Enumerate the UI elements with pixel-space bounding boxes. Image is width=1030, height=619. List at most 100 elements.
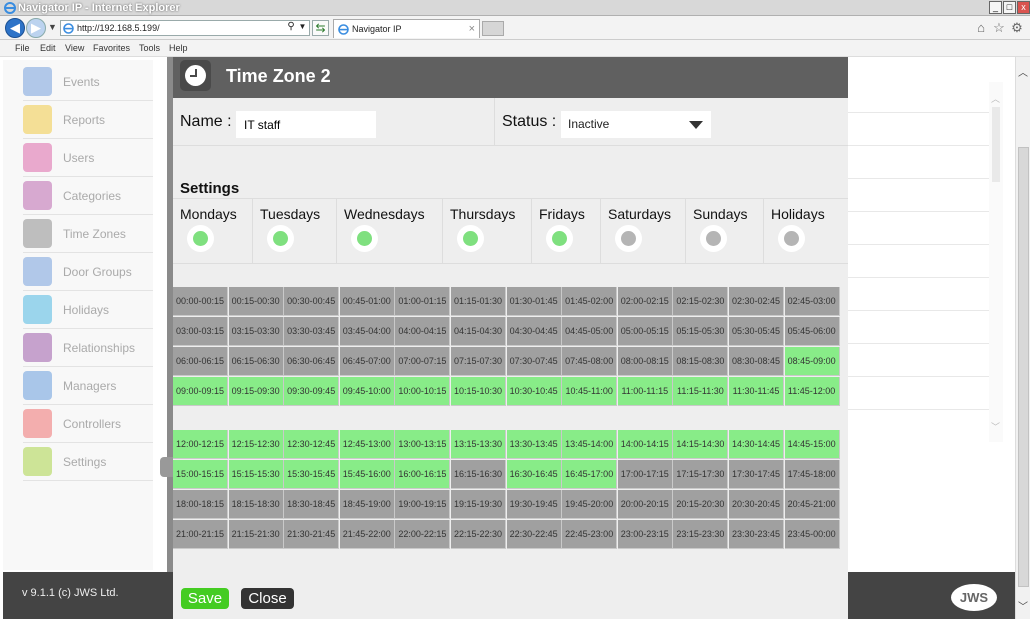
sidebar-item-reports[interactable]: Reports bbox=[3, 101, 153, 139]
time-slot-cell[interactable]: 17:15-17:30 bbox=[673, 460, 729, 489]
time-slot-cell[interactable]: 08:00-08:15 bbox=[617, 347, 673, 376]
scrollbar-thumb[interactable] bbox=[1018, 147, 1029, 587]
time-slot-cell[interactable]: 07:45-08:00 bbox=[562, 347, 618, 376]
time-slot-cell[interactable]: 12:45-13:00 bbox=[339, 430, 395, 459]
scroll-up-icon[interactable]: ︿ bbox=[991, 92, 1000, 105]
time-slot-cell[interactable]: 16:45-17:00 bbox=[562, 460, 618, 489]
time-slot-cell[interactable]: 04:45-05:00 bbox=[562, 317, 618, 346]
time-slot-cell[interactable]: 09:15-09:30 bbox=[228, 377, 284, 406]
day-toggle[interactable] bbox=[267, 225, 294, 252]
sidebar-item-door-groups[interactable]: Door Groups bbox=[3, 253, 153, 291]
compatibility-view-icon[interactable]: ⇆ bbox=[312, 20, 329, 36]
scroll-up-icon[interactable]: ︿ bbox=[1018, 64, 1028, 79]
time-slot-cell[interactable]: 14:30-14:45 bbox=[729, 430, 784, 459]
menu-favorites[interactable]: Favorites bbox=[93, 43, 130, 53]
sidebar-toggle-handle[interactable] bbox=[160, 457, 173, 477]
time-slot-cell[interactable]: 06:30-06:45 bbox=[284, 347, 340, 376]
time-slot-cell[interactable]: 12:30-12:45 bbox=[284, 430, 340, 459]
time-slot-cell[interactable]: 13:45-14:00 bbox=[562, 430, 618, 459]
menu-file[interactable]: File bbox=[15, 43, 30, 53]
time-slot-cell[interactable]: 06:00-06:15 bbox=[173, 347, 228, 376]
time-slot-cell[interactable]: 01:00-01:15 bbox=[395, 287, 451, 316]
time-slot-cell[interactable]: 04:30-04:45 bbox=[506, 317, 562, 346]
time-slot-cell[interactable]: 23:30-23:45 bbox=[729, 520, 784, 549]
time-slot-cell[interactable]: 19:15-19:30 bbox=[451, 490, 506, 519]
time-slot-cell[interactable]: 00:00-00:15 bbox=[173, 287, 228, 316]
scroll-down-icon[interactable]: ﹀ bbox=[1018, 598, 1028, 613]
time-slot-cell[interactable]: 17:00-17:15 bbox=[617, 460, 673, 489]
time-slot-cell[interactable]: 22:30-22:45 bbox=[506, 520, 562, 549]
time-slot-cell[interactable]: 16:00-16:15 bbox=[395, 460, 451, 489]
time-slot-cell[interactable]: 11:15-11:30 bbox=[673, 377, 729, 406]
new-tab-button[interactable] bbox=[482, 21, 504, 36]
time-slot-cell[interactable]: 02:30-02:45 bbox=[729, 287, 784, 316]
time-slot-cell[interactable]: 05:15-05:30 bbox=[673, 317, 729, 346]
close-button[interactable]: Close bbox=[241, 588, 294, 609]
day-toggle[interactable] bbox=[778, 225, 805, 252]
time-slot-cell[interactable]: 01:15-01:30 bbox=[451, 287, 506, 316]
time-slot-cell[interactable]: 08:30-08:45 bbox=[729, 347, 784, 376]
time-slot-cell[interactable]: 15:15-15:30 bbox=[228, 460, 284, 489]
time-slot-cell[interactable]: 02:45-03:00 bbox=[784, 287, 840, 316]
background-list-scrollbar[interactable]: ︿ ﹀ bbox=[989, 82, 1003, 442]
time-slot-cell[interactable]: 10:15-10:30 bbox=[451, 377, 506, 406]
time-slot-cell[interactable]: 18:15-18:30 bbox=[228, 490, 284, 519]
search-dropdown-icon[interactable]: ▼ bbox=[297, 20, 308, 36]
time-slot-cell[interactable]: 21:30-21:45 bbox=[284, 520, 340, 549]
sidebar-item-controllers[interactable]: Controllers bbox=[3, 405, 153, 443]
time-slot-cell[interactable]: 22:45-23:00 bbox=[562, 520, 618, 549]
search-icon[interactable]: ⚲ bbox=[284, 20, 298, 36]
time-slot-cell[interactable]: 20:00-20:15 bbox=[617, 490, 673, 519]
time-slot-cell[interactable]: 04:15-04:30 bbox=[451, 317, 506, 346]
time-slot-cell[interactable]: 16:30-16:45 bbox=[506, 460, 562, 489]
home-icon[interactable]: ⌂ bbox=[974, 21, 988, 35]
sidebar-item-relationships[interactable]: Relationships bbox=[3, 329, 153, 367]
time-slot-cell[interactable]: 10:45-11:00 bbox=[562, 377, 618, 406]
day-toggle[interactable] bbox=[351, 225, 378, 252]
time-slot-cell[interactable]: 14:00-14:15 bbox=[617, 430, 673, 459]
time-slot-cell[interactable]: 20:15-20:30 bbox=[673, 490, 729, 519]
time-slot-cell[interactable]: 03:00-03:15 bbox=[173, 317, 228, 346]
maximize-button[interactable]: □ bbox=[1003, 1, 1016, 14]
time-slot-cell[interactable]: 08:45-09:00 bbox=[784, 347, 840, 376]
sidebar-item-users[interactable]: Users bbox=[3, 139, 153, 177]
time-slot-cell[interactable]: 04:00-04:15 bbox=[395, 317, 451, 346]
time-slot-cell[interactable]: 22:15-22:30 bbox=[451, 520, 506, 549]
favorites-star-icon[interactable]: ☆ bbox=[992, 21, 1006, 35]
time-slot-cell[interactable]: 15:30-15:45 bbox=[284, 460, 340, 489]
browser-tab[interactable]: Navigator IP × bbox=[333, 19, 480, 38]
day-toggle[interactable] bbox=[187, 225, 214, 252]
time-slot-cell[interactable]: 15:00-15:15 bbox=[173, 460, 228, 489]
time-slot-cell[interactable]: 19:00-19:15 bbox=[395, 490, 451, 519]
time-slot-cell[interactable]: 22:00-22:15 bbox=[395, 520, 451, 549]
time-slot-cell[interactable]: 16:15-16:30 bbox=[451, 460, 506, 489]
sidebar-item-categories[interactable]: Categories bbox=[3, 177, 153, 215]
time-slot-cell[interactable]: 13:30-13:45 bbox=[506, 430, 562, 459]
time-slot-cell[interactable]: 05:30-05:45 bbox=[729, 317, 784, 346]
sidebar-item-holidays[interactable]: Holidays bbox=[3, 291, 153, 329]
time-slot-cell[interactable]: 05:00-05:15 bbox=[617, 317, 673, 346]
time-slot-cell[interactable]: 06:45-07:00 bbox=[339, 347, 395, 376]
status-select[interactable]: Inactive bbox=[561, 111, 711, 138]
tab-close-icon[interactable]: × bbox=[469, 20, 475, 38]
time-slot-cell[interactable]: 20:30-20:45 bbox=[729, 490, 784, 519]
time-slot-cell[interactable]: 13:00-13:15 bbox=[395, 430, 451, 459]
time-slot-cell[interactable]: 11:00-11:15 bbox=[617, 377, 673, 406]
back-button[interactable]: ◀ bbox=[5, 18, 25, 38]
page-scrollbar[interactable]: ︿ ﹀ bbox=[1015, 57, 1030, 619]
time-slot-cell[interactable]: 23:45-00:00 bbox=[784, 520, 840, 549]
time-slot-cell[interactable]: 00:30-00:45 bbox=[284, 287, 340, 316]
time-slot-cell[interactable]: 23:00-23:15 bbox=[617, 520, 673, 549]
gear-icon[interactable]: ⚙ bbox=[1010, 21, 1024, 35]
time-slot-cell[interactable]: 07:15-07:30 bbox=[451, 347, 506, 376]
time-slot-cell[interactable]: 00:15-00:30 bbox=[228, 287, 284, 316]
minimize-button[interactable]: _ bbox=[989, 1, 1002, 14]
sidebar-item-managers[interactable]: Managers bbox=[3, 367, 153, 405]
day-toggle[interactable] bbox=[457, 225, 484, 252]
time-slot-cell[interactable]: 10:30-10:45 bbox=[506, 377, 562, 406]
time-slot-cell[interactable]: 14:45-15:00 bbox=[784, 430, 840, 459]
time-slot-cell[interactable]: 15:45-16:00 bbox=[339, 460, 395, 489]
time-slot-cell[interactable]: 12:15-12:30 bbox=[228, 430, 284, 459]
time-slot-cell[interactable]: 17:45-18:00 bbox=[784, 460, 840, 489]
time-slot-cell[interactable]: 01:30-01:45 bbox=[506, 287, 562, 316]
